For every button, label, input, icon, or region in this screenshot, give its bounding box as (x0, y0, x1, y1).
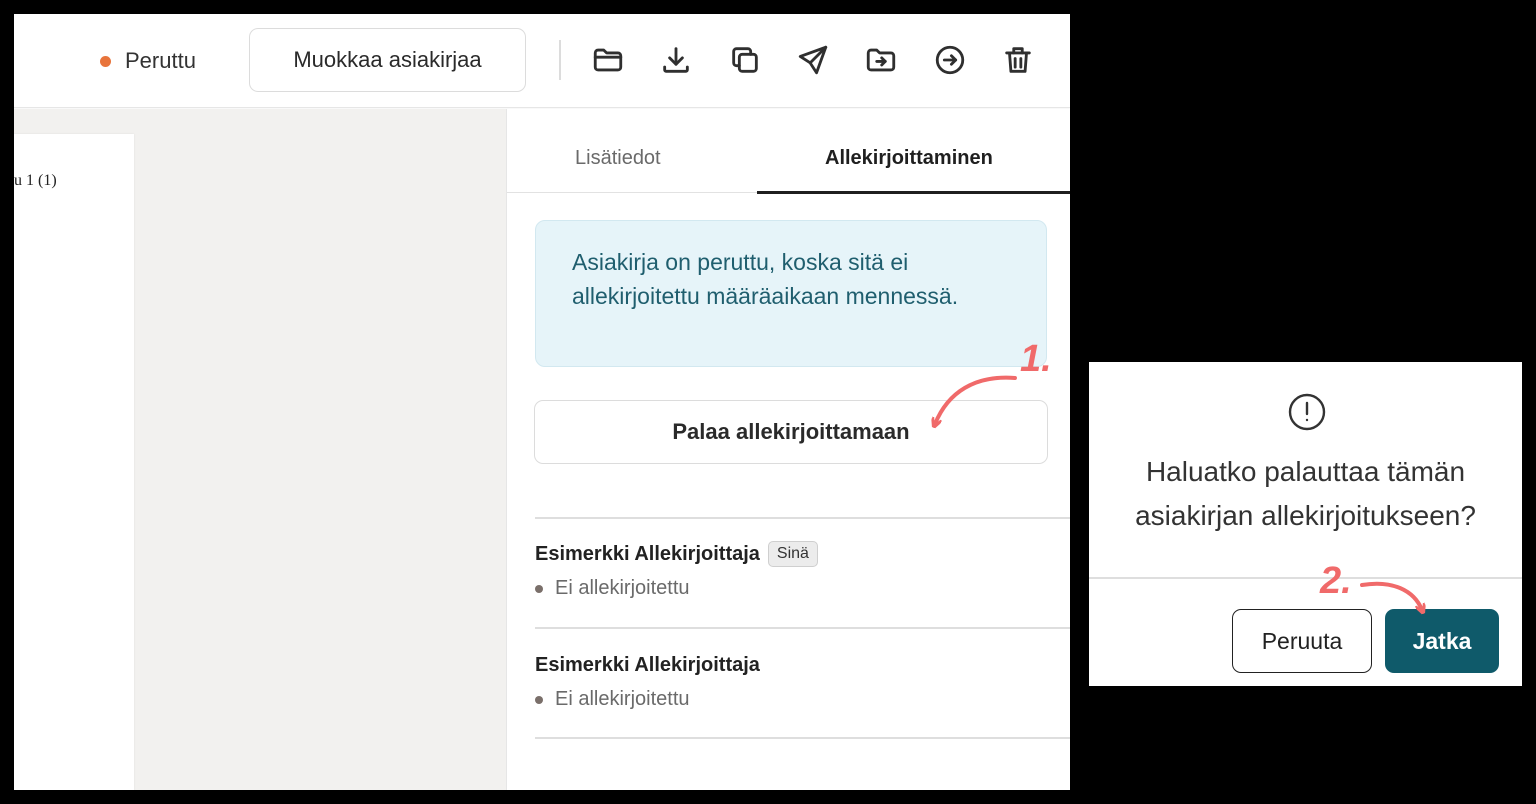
return-to-signing-button[interactable]: Palaa allekirjoittamaan (534, 400, 1048, 464)
document-preview-area: u 1 (1) (14, 109, 506, 790)
send-icon[interactable] (794, 41, 832, 79)
dialog-divider (1089, 577, 1522, 579)
signer-item: Esimerkki Allekirjoittaja Ei allekirjoit… (535, 650, 1055, 711)
signer-name: Esimerkki Allekirjoittaja (535, 653, 760, 676)
sign-in-icon[interactable] (931, 41, 969, 79)
status-label: Peruttu (125, 48, 196, 73)
folder-icon[interactable] (589, 41, 627, 79)
divider (535, 517, 1070, 519)
trash-icon[interactable] (999, 41, 1037, 79)
step-1-label: 1. (1020, 338, 1052, 380)
tab-additional-info[interactable]: Lisätiedot (575, 147, 661, 170)
cancel-button[interactable]: Peruuta (1232, 609, 1372, 673)
signer-name: Esimerkki Allekirjoittaja (535, 542, 760, 565)
signer-item: Esimerkki Allekirjoittaja Sinä Ei alleki… (535, 539, 1055, 600)
status-indicator: Peruttu (100, 47, 196, 75)
sidebar-tabs: Lisätiedot Allekirjoittaminen (507, 109, 1070, 194)
document-page[interactable]: u 1 (1) (14, 134, 134, 790)
you-badge: Sinä (767, 541, 818, 567)
top-toolbar: Peruttu Muokkaa asiakirjaa (14, 14, 1070, 108)
copy-icon[interactable] (726, 41, 764, 79)
signer-status: Ei allekirjoitettu (555, 688, 690, 710)
step-2-label: 2. (1320, 560, 1352, 602)
status-dot (535, 584, 543, 593)
edit-document-button[interactable]: Muokkaa asiakirjaa (249, 28, 526, 92)
status-dot (535, 695, 543, 704)
divider (535, 737, 1070, 739)
sidebar-panel: Lisätiedot Allekirjoittaminen Asiakirja … (506, 109, 1070, 790)
app-window: Peruttu Muokkaa asiakirjaa u 1 (1) Lisät… (14, 14, 1070, 790)
cancelled-notice: Asiakirja on peruttu, koska sitä ei alle… (535, 220, 1047, 367)
toolbar-divider (559, 40, 561, 80)
confirm-dialog: Haluatko palauttaa tämän asiakirjan alle… (1089, 362, 1522, 686)
dialog-question: Haluatko palauttaa tämän asiakirjan alle… (1135, 456, 1476, 531)
signer-status: Ei allekirjoitettu (555, 577, 690, 599)
divider (535, 627, 1070, 629)
page-number-text: u 1 (1) (14, 172, 57, 189)
move-to-folder-icon[interactable] (862, 41, 900, 79)
tab-signing[interactable]: Allekirjoittaminen (825, 147, 993, 170)
status-dot (100, 55, 111, 67)
continue-button[interactable]: Jatka (1385, 609, 1499, 673)
alert-icon (1287, 392, 1327, 432)
active-tab-indicator (757, 191, 1070, 194)
download-icon[interactable] (657, 41, 695, 79)
